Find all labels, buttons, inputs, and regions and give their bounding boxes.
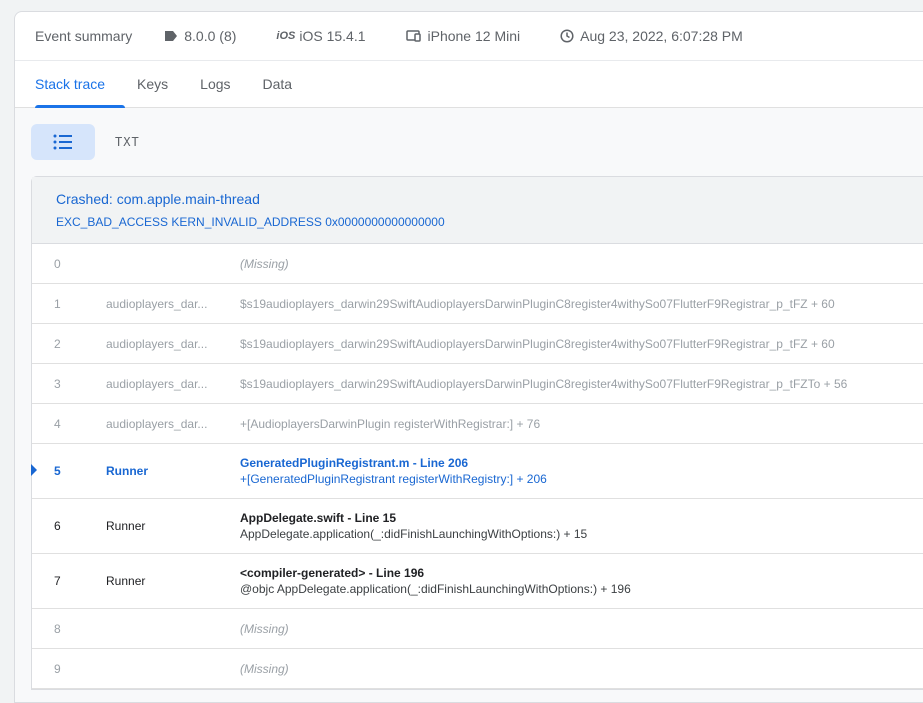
- app-version: 8.0.0 (8): [164, 28, 236, 44]
- frame-number: 1: [54, 296, 61, 311]
- tab-keys[interactable]: Keys: [121, 61, 184, 107]
- frame-library: Runner: [106, 574, 146, 588]
- frame-row-highlighted[interactable]: 5 Runner GeneratedPluginRegistrant.m - L…: [31, 444, 923, 499]
- device: iPhone 12 Mini: [405, 28, 521, 44]
- frame-library: audioplayers_dar...: [106, 336, 208, 351]
- frame-library: audioplayers_dar...: [106, 296, 208, 311]
- frame-symbol: $s19audioplayers_darwin29SwiftAudioplaye…: [240, 376, 848, 391]
- frame-method: +[GeneratedPluginRegistrant registerWith…: [240, 472, 547, 486]
- frame-symbol: (Missing): [240, 661, 289, 676]
- event-time: Aug 23, 2022, 6:07:28 PM: [560, 28, 743, 44]
- frame-symbol: AppDelegate.swift - Line 15 AppDelegate.…: [240, 511, 923, 541]
- frame-symbol: $s19audioplayers_darwin29SwiftAudioplaye…: [240, 296, 835, 311]
- crash-exception: EXC_BAD_ACCESS KERN_INVALID_ADDRESS 0x00…: [56, 215, 445, 229]
- event-card: Event summary 8.0.0 (8) iOS iOS 15.4.1 i…: [14, 11, 923, 703]
- event-summary-bar: Event summary 8.0.0 (8) iOS iOS 15.4.1 i…: [15, 12, 923, 61]
- os-version: iOS iOS 15.4.1: [276, 28, 365, 44]
- frame-number: 8: [54, 621, 61, 636]
- frame-number: 5: [54, 464, 61, 478]
- frame-symbol: GeneratedPluginRegistrant.m - Line 206 +…: [240, 456, 923, 486]
- crash-header: Crashed: com.apple.main-thread EXC_BAD_A…: [32, 177, 923, 244]
- stack-trace-panel: TXT Crashed: com.apple.main-thread EXC_B…: [15, 108, 923, 702]
- frame-symbol: <compiler-generated> - Line 196 @objc Ap…: [240, 566, 923, 596]
- frame-row[interactable]: 7 Runner <compiler-generated> - Line 196…: [32, 554, 923, 609]
- tab-bar: Stack trace Keys Logs Data: [15, 61, 923, 108]
- frame-number: 2: [54, 336, 61, 351]
- frame-method: @objc AppDelegate.application(_:didFinis…: [240, 582, 631, 596]
- frame-library: audioplayers_dar...: [106, 416, 208, 431]
- frame-file-line: <compiler-generated> - Line 196: [240, 566, 425, 580]
- tab-data[interactable]: Data: [247, 61, 309, 107]
- tag-icon: [165, 31, 178, 41]
- frame-row[interactable]: 2 audioplayers_dar... $s19audioplayers_d…: [32, 324, 923, 364]
- frame-row[interactable]: 0 (Missing): [32, 244, 923, 284]
- frame-symbol: (Missing): [240, 621, 289, 636]
- frame-method: AppDelegate.application(_:didFinishLaunc…: [240, 527, 588, 541]
- frame-row[interactable]: 9 (Missing): [32, 649, 923, 689]
- frame-file-line: AppDelegate.swift - Line 15: [240, 511, 397, 525]
- event-time-label: Aug 23, 2022, 6:07:28 PM: [580, 28, 743, 44]
- clock-icon: [560, 29, 574, 43]
- frame-library: audioplayers_dar...: [106, 376, 208, 391]
- frame-number: 4: [54, 416, 61, 431]
- frame-row[interactable]: 6 Runner AppDelegate.swift - Line 15 App…: [32, 499, 923, 554]
- tab-stack-trace-label: Stack trace: [35, 76, 106, 92]
- list-icon: [53, 134, 72, 150]
- frame-number: 3: [54, 376, 61, 391]
- frame-row[interactable]: 4 audioplayers_dar... +[AudioplayersDarw…: [32, 404, 923, 444]
- list-view-button[interactable]: [31, 124, 95, 160]
- os-version-label: iOS 15.4.1: [299, 28, 366, 44]
- frame-library: Runner: [106, 519, 146, 533]
- frame-number: 9: [54, 661, 61, 676]
- frame-number: 7: [54, 574, 61, 588]
- frame-symbol: (Missing): [240, 256, 289, 271]
- frame-symbol: $s19audioplayers_darwin29SwiftAudioplaye…: [240, 336, 835, 351]
- crash-thread-title: Crashed: com.apple.main-thread: [56, 191, 260, 207]
- tab-data-label: Data: [262, 76, 293, 92]
- device-label: iPhone 12 Mini: [427, 28, 521, 44]
- frame-number: 0: [54, 256, 61, 271]
- app-version-label: 8.0.0 (8): [184, 28, 237, 44]
- text-view-button[interactable]: TXT: [115, 135, 140, 149]
- frame-file-line: GeneratedPluginRegistrant.m - Line 206: [240, 456, 469, 470]
- frame-row[interactable]: 8 (Missing): [32, 609, 923, 649]
- frame-symbol: +[AudioplayersDarwinPlugin registerWithR…: [240, 416, 541, 431]
- tab-logs-label: Logs: [200, 76, 231, 92]
- frame-row[interactable]: 3 audioplayers_dar... $s19audioplayers_d…: [32, 364, 923, 404]
- tab-keys-label: Keys: [137, 76, 169, 92]
- frame-row[interactable]: 1 audioplayers_dar... $s19audioplayers_d…: [32, 284, 923, 324]
- device-icon: [405, 30, 421, 42]
- frame-marker-icon: [31, 464, 37, 476]
- event-summary-title: Event summary: [35, 28, 133, 44]
- view-toggle: TXT: [15, 124, 923, 160]
- thread-trace: Crashed: com.apple.main-thread EXC_BAD_A…: [31, 176, 923, 690]
- frame-library: Runner: [106, 464, 148, 478]
- tab-logs[interactable]: Logs: [184, 61, 246, 107]
- tab-stack-trace[interactable]: Stack trace: [35, 61, 126, 108]
- ios-icon: iOS: [276, 30, 296, 42]
- frame-number: 6: [54, 519, 61, 533]
